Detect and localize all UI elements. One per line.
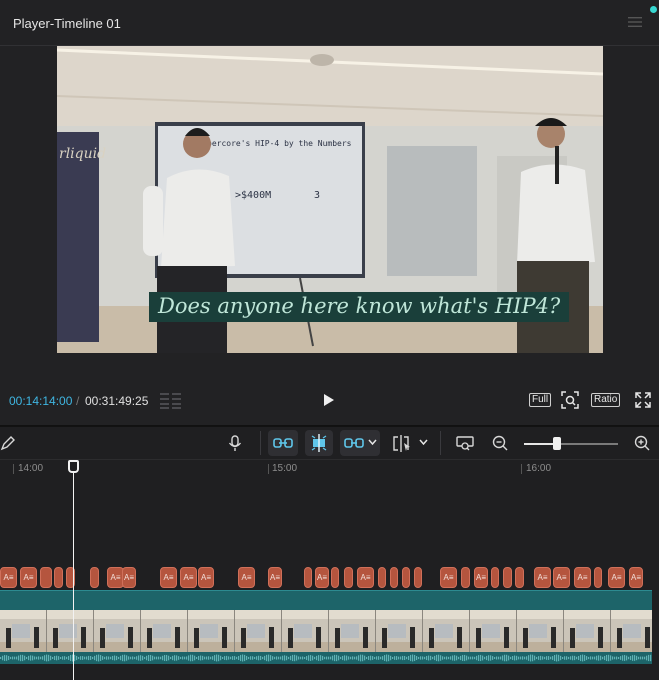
caption-clip[interactable] xyxy=(402,567,410,588)
playhead-handle[interactable] xyxy=(68,460,79,473)
caption-clip[interactable] xyxy=(515,567,524,588)
caption-clip[interactable] xyxy=(378,567,386,588)
ruler-label: 16:00 xyxy=(526,463,552,474)
timecode-current[interactable]: 00:14:14:00 xyxy=(9,394,72,408)
video-thumbnail xyxy=(329,610,376,652)
video-preview[interactable]: rliquid percore's HIP-4 by the Numbers >… xyxy=(57,46,603,353)
zoom-in-icon[interactable] xyxy=(634,435,651,452)
caption-clip[interactable]: A≡ xyxy=(122,567,136,588)
caption-clip[interactable]: A≡ xyxy=(180,567,197,588)
ruler-tick xyxy=(268,464,269,474)
playhead-line[interactable] xyxy=(73,471,74,680)
video-thumbnail xyxy=(282,610,329,652)
slide-stat-2: 3 xyxy=(314,190,320,201)
full-button[interactable]: Full xyxy=(529,393,552,407)
video-thumbnail xyxy=(141,610,188,652)
link-chain-icon[interactable] xyxy=(344,435,364,451)
play-icon[interactable] xyxy=(320,392,336,408)
toolbar-divider xyxy=(440,431,441,455)
crop-focus-icon[interactable] xyxy=(561,391,579,409)
caption-clip[interactable] xyxy=(304,567,312,588)
chevron-down-icon[interactable] xyxy=(368,439,377,446)
caption-clip[interactable]: A≡ xyxy=(0,567,17,588)
caption-clip[interactable]: A≡ xyxy=(315,567,329,588)
caption-clip[interactable]: A≡ xyxy=(474,567,488,588)
grid-icon[interactable] xyxy=(160,392,182,410)
pen-icon[interactable] xyxy=(0,435,16,451)
video-thumbnail xyxy=(564,610,611,652)
caption-clip[interactable]: A≡ xyxy=(629,567,643,588)
status-dot xyxy=(650,6,657,13)
caption-clip[interactable]: A≡ xyxy=(534,567,551,588)
timeline-panel: 14:00 15:00 16:00 A≡ A≡ A≡ A≡ A≡ A≡ A≡ A≡ A≡ A≡ A≡… xyxy=(0,427,659,680)
caption-clip[interactable] xyxy=(54,567,63,588)
caption-clip[interactable]: A≡ xyxy=(268,567,282,588)
caption-clip[interactable]: A≡ xyxy=(574,567,591,588)
banner-text: rliquid xyxy=(59,146,106,162)
player-panel: Player-Timeline 01 rliquid percore's HIP… xyxy=(0,0,659,426)
menu-icon[interactable] xyxy=(627,15,643,29)
zoom-out-icon[interactable] xyxy=(492,435,509,452)
caption-clip[interactable] xyxy=(40,567,52,588)
timeline-toolbar xyxy=(0,427,659,460)
caption-clip[interactable]: A≡ xyxy=(160,567,177,588)
caption-clip[interactable] xyxy=(491,567,499,588)
caption-clip[interactable]: A≡ xyxy=(608,567,625,588)
video-thumbnail xyxy=(47,610,94,652)
caption-clip[interactable] xyxy=(344,567,353,588)
ratio-button[interactable]: Ratio xyxy=(591,393,621,407)
microphone-icon[interactable] xyxy=(228,435,242,452)
zoom-slider-knob[interactable] xyxy=(553,437,561,450)
video-thumbnail xyxy=(94,610,141,652)
caption-clip[interactable] xyxy=(331,567,339,588)
caption-clip[interactable] xyxy=(503,567,512,588)
video-clip-header[interactable] xyxy=(0,590,652,610)
caption-track[interactable]: A≡ A≡ A≡ A≡ A≡ A≡ A≡ A≡ A≡ A≡ A≡ A≡ A≡ A≡ A≡ A≡ A≡ A≡ xyxy=(0,567,659,589)
chevron-down-icon[interactable] xyxy=(419,439,428,446)
preview-icon[interactable] xyxy=(456,435,474,451)
ruler-tick xyxy=(521,464,522,474)
split-cursor-icon[interactable] xyxy=(393,435,413,453)
video-clip-thumbnails[interactable] xyxy=(0,610,652,652)
caption-clip[interactable] xyxy=(390,567,398,588)
caption-clip[interactable]: A≡ xyxy=(440,567,457,588)
time-ruler[interactable]: 14:00 15:00 16:00 xyxy=(0,460,659,478)
timecode-total: 00:31:49:25 xyxy=(85,394,149,408)
timecode-separator: / xyxy=(76,394,80,408)
slide-heading: percore's HIP-4 by the Numbers xyxy=(207,139,352,148)
video-thumbnail xyxy=(235,610,282,652)
zoom-slider-track[interactable] xyxy=(524,443,618,445)
caption-clip[interactable]: A≡ xyxy=(20,567,37,588)
player-title: Player-Timeline 01 xyxy=(13,16,121,31)
video-track[interactable] xyxy=(0,590,652,680)
fullscreen-icon[interactable] xyxy=(634,391,652,409)
player-header: Player-Timeline 01 xyxy=(0,0,659,46)
video-thumbnail xyxy=(611,610,652,652)
caption-clip[interactable]: A≡ xyxy=(553,567,570,588)
ruler-label: 15:00 xyxy=(272,463,298,474)
caption-clip[interactable]: A≡ xyxy=(198,567,214,588)
caption-clip[interactable] xyxy=(461,567,470,588)
ruler-label: 14:00 xyxy=(18,463,44,474)
caption-clip[interactable]: A≡ xyxy=(357,567,374,588)
audio-waveform xyxy=(0,652,652,664)
caption-clip[interactable] xyxy=(594,567,602,588)
video-thumbnail xyxy=(470,610,517,652)
link-icon[interactable] xyxy=(273,435,293,451)
slide-stat-1: >$400M xyxy=(235,190,271,201)
split-icon[interactable] xyxy=(309,433,329,453)
video-thumbnail xyxy=(376,610,423,652)
caption-clip[interactable]: A≡ xyxy=(238,567,255,588)
video-thumbnail xyxy=(188,610,235,652)
video-thumbnail xyxy=(517,610,564,652)
video-thumbnail xyxy=(423,610,470,652)
toolbar-divider xyxy=(260,431,261,455)
subtitle-overlay[interactable]: Does anyone here know what's HIP4? xyxy=(149,292,570,322)
ruler-tick xyxy=(13,464,14,474)
video-thumbnail xyxy=(0,610,47,652)
caption-clip[interactable] xyxy=(90,567,99,588)
caption-clip[interactable] xyxy=(414,567,422,588)
